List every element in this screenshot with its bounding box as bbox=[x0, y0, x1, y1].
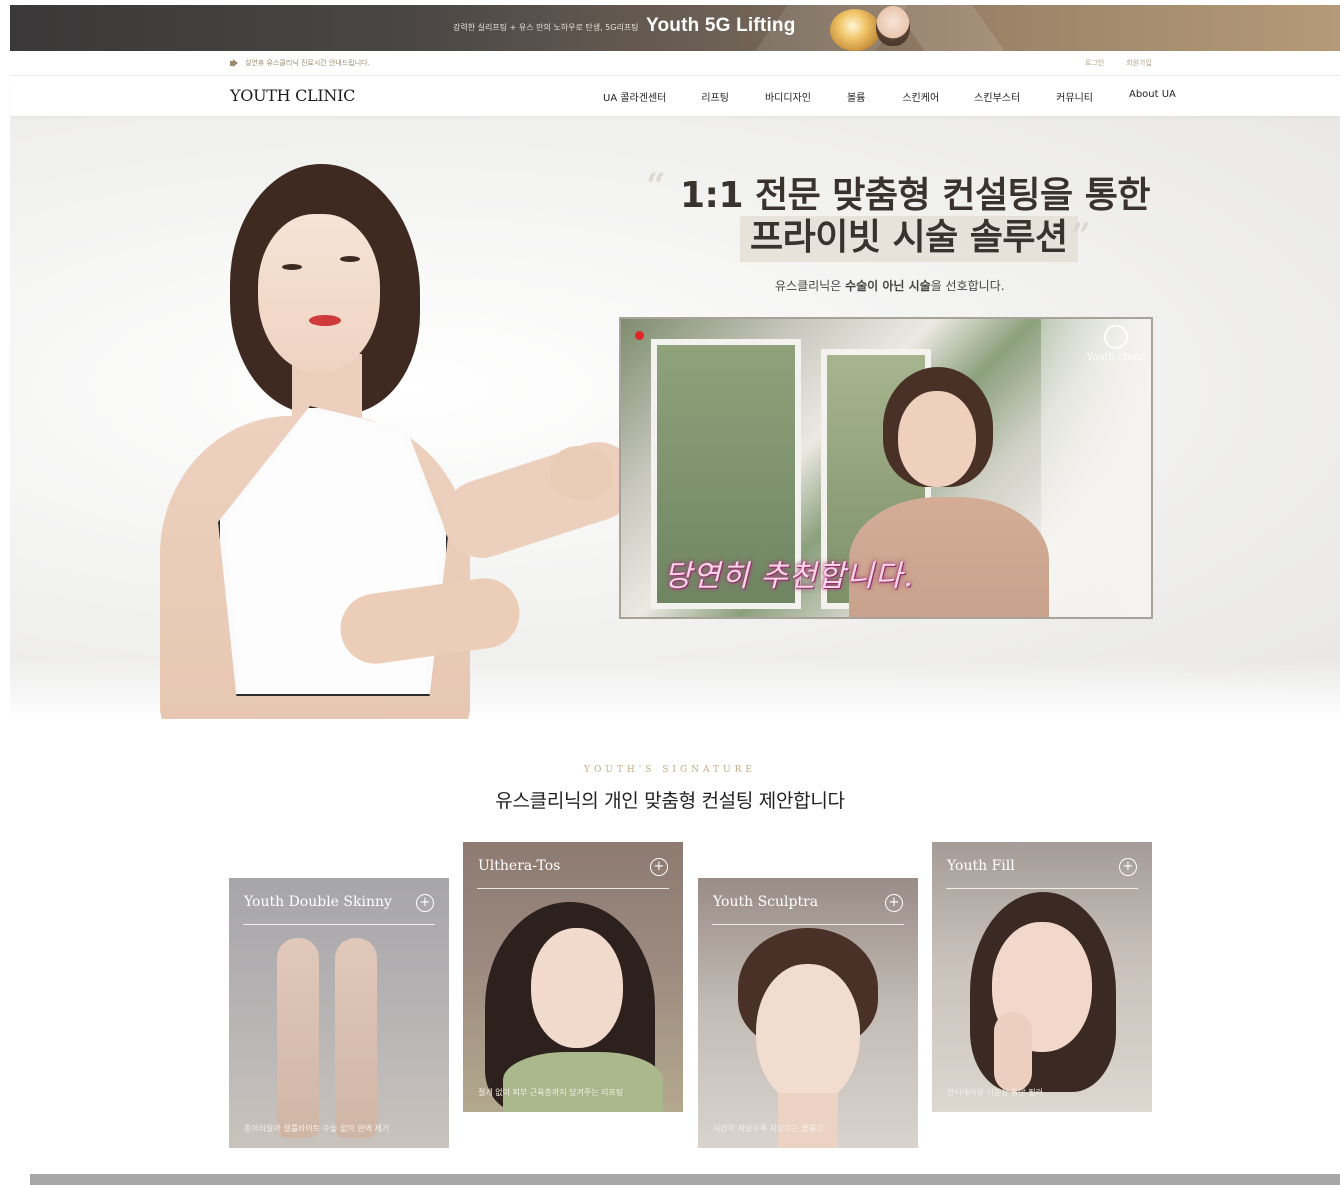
card-title: Youth Double Skinny bbox=[244, 894, 392, 910]
signup-link[interactable]: 회원가입 bbox=[1126, 58, 1152, 68]
card-desc: 안티에이징 기능성 동안 필러 bbox=[947, 1088, 1043, 1097]
video-woman-face bbox=[898, 391, 976, 487]
signature-card-ulthera-tos[interactable]: Ulthera-Tos + 절개 없이 피부 근육층까지 당겨주는 리프팅 bbox=[463, 842, 683, 1112]
promo-title: Youth 5G Lifting bbox=[646, 15, 796, 36]
card-title: Ulthera-Tos bbox=[478, 858, 561, 874]
video-curtain-bg bbox=[1041, 319, 1151, 617]
logo-mark bbox=[1104, 325, 1128, 349]
nav-item-skincare[interactable]: 스킨케어 bbox=[902, 89, 939, 104]
model-lips bbox=[309, 315, 341, 326]
youth-clinic-logo-icon: Youth clinic bbox=[1081, 325, 1151, 363]
model-arm bbox=[432, 432, 648, 568]
hero-headline-highlight: 프라이빗 시술 솔루션 bbox=[740, 216, 1078, 262]
nav-item-collagen-center[interactable]: UA 콜라겐센터 bbox=[603, 89, 666, 104]
site-logo[interactable]: YOUTH CLINIC bbox=[230, 86, 355, 105]
notice-ticker[interactable]: 설연휴 유스클리닉 진료시간 안내드립니다. bbox=[230, 58, 370, 68]
model-eye bbox=[282, 264, 302, 270]
promo-subtext: 강력한 실리프팅 + 유스 만의 노하우로 탄생, 5G리프팅 bbox=[453, 23, 639, 32]
card-image-face bbox=[756, 964, 860, 1104]
video-logo-text: Youth clinic bbox=[1086, 352, 1146, 363]
subline-prefix: 유스클리닉은 bbox=[775, 279, 846, 293]
nav-item-body-design[interactable]: 바디디자인 bbox=[765, 89, 811, 104]
subline-emphasis: 수술이 아닌 시술 bbox=[845, 279, 931, 293]
plus-circle-icon[interactable]: + bbox=[1119, 858, 1137, 876]
nav-item-lifting[interactable]: 리프팅 bbox=[701, 89, 729, 104]
close-quote-icon: ” bbox=[1071, 216, 1091, 256]
card-divider bbox=[243, 924, 435, 925]
section-eyebrow: YOUTH'S SIGNATURE bbox=[584, 765, 756, 775]
model-hand bbox=[550, 446, 612, 500]
hero-section: “ 1:1 전문 맞춤형 컨설팅을 통한 프라이빗 시술 솔루션 ” 유스클리닉… bbox=[10, 116, 1340, 719]
product-bottle-image bbox=[830, 9, 880, 51]
section-title: 유스클리닉의 개인 맞춤형 컨설팅 제안합니다 bbox=[495, 790, 845, 812]
promo-model-image bbox=[876, 6, 910, 46]
model-eye bbox=[340, 256, 360, 262]
utility-bar: 설연휴 유스클리닉 진료시간 안내드립니다. 로그인 회원가입 bbox=[10, 51, 1340, 76]
subline-suffix: 을 선호합니다. bbox=[930, 279, 1005, 293]
card-desc: 절개 없이 피부 근육층까지 당겨주는 리프팅 bbox=[478, 1088, 624, 1097]
signature-card-youth-fill[interactable]: Youth Fill + 안티에이징 기능성 동안 필러 bbox=[932, 842, 1152, 1112]
hero-headline-line1: 1:1 전문 맞춤형 컨설팅을 통한 bbox=[680, 175, 1150, 216]
account-links: 로그인 회원가입 bbox=[1085, 58, 1152, 68]
model-face bbox=[258, 214, 380, 372]
hero-headline-line2: 프라이빗 시술 솔루션 bbox=[750, 217, 1068, 258]
card-image-face bbox=[531, 928, 623, 1048]
card-image-legs bbox=[277, 938, 319, 1138]
next-section-bar bbox=[30, 1174, 1340, 1185]
promo-banner[interactable]: 강력한 실리프팅 + 유스 만의 노하우로 탄생, 5G리프팅 Youth 5G… bbox=[10, 5, 1340, 51]
speaker-icon bbox=[230, 58, 239, 68]
nav-item-community[interactable]: 커뮤니티 bbox=[1056, 89, 1093, 104]
card-desc: 시간이 지날수록 차오르는 볼륨감 bbox=[713, 1124, 824, 1133]
hero-subline: 유스클리닉은 수술이 아닌 시술을 선호합니다. bbox=[775, 277, 1005, 294]
open-quote-icon: “ bbox=[646, 166, 666, 206]
nav-menu: UA 콜라겐센터 리프팅 바디디자인 볼륨 스킨케어 스킨부스터 커뮤니티 Ab… bbox=[603, 89, 1176, 104]
card-title: Youth Fill bbox=[947, 858, 1015, 874]
card-title: Youth Sculptra bbox=[713, 894, 819, 910]
consult-video-player[interactable]: Youth clinic 당연히 추천합니다. bbox=[619, 317, 1153, 619]
card-image-neck bbox=[778, 1093, 838, 1148]
notice-text: 설연휴 유스클리닉 진료시간 안내드립니다. bbox=[245, 59, 370, 67]
record-indicator bbox=[635, 331, 644, 340]
plus-circle-icon[interactable]: + bbox=[885, 894, 903, 912]
main-nav: YOUTH CLINIC UA 콜라겐센터 리프팅 바디디자인 볼륨 스킨케어 … bbox=[10, 76, 1340, 116]
record-dot-icon bbox=[635, 331, 644, 340]
login-link[interactable]: 로그인 bbox=[1085, 58, 1104, 68]
card-divider bbox=[712, 924, 904, 925]
signature-card-sculptra[interactable]: Youth Sculptra + 시간이 지날수록 차오르는 볼륨감 bbox=[698, 878, 918, 1148]
card-image-hand bbox=[994, 1012, 1032, 1092]
card-desc: 종아리알과 셀룰라이트 수술 없이 완벽 제거 bbox=[244, 1124, 390, 1133]
nav-item-about[interactable]: About UA bbox=[1129, 89, 1176, 104]
card-image-top bbox=[503, 1052, 663, 1112]
signature-card-double-skinny[interactable]: Youth Double Skinny + 종아리알과 셀룰라이트 수술 없이 … bbox=[229, 878, 449, 1148]
nav-item-volume[interactable]: 볼륨 bbox=[847, 89, 865, 104]
plus-circle-icon[interactable]: + bbox=[650, 858, 668, 876]
nav-item-skinbooster[interactable]: 스킨부스터 bbox=[974, 89, 1020, 104]
card-image-legs bbox=[335, 938, 377, 1138]
card-divider bbox=[477, 888, 669, 889]
card-divider bbox=[946, 888, 1138, 889]
plus-circle-icon[interactable]: + bbox=[416, 894, 434, 912]
video-caption: 당연히 추천합니다. bbox=[664, 559, 914, 594]
